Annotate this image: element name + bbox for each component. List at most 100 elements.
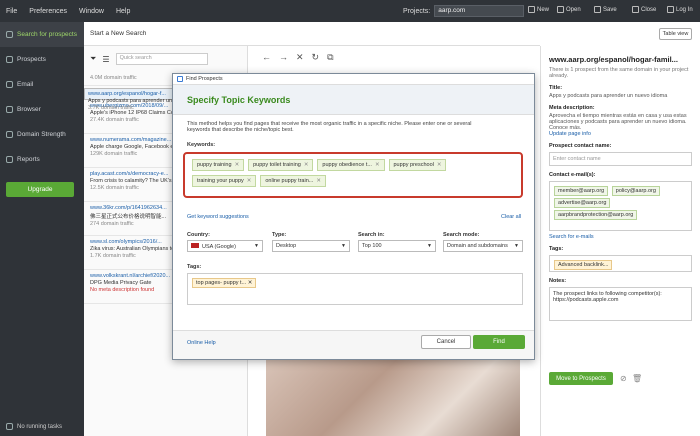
email-tag[interactable]: member@aarp.org: [554, 186, 609, 196]
search-mode-select[interactable]: Domain and subdomains ▼: [443, 240, 523, 252]
country-label: Country:: [187, 232, 210, 238]
ignore-icon[interactable]: ⊘: [620, 374, 627, 383]
contact-name-input[interactable]: Enter contact name: [549, 152, 692, 166]
new-label: New: [537, 6, 550, 13]
keyword-suggestions-link[interactable]: Get keyword suggestions: [187, 214, 249, 220]
sidebar-item-browser[interactable]: Browser: [0, 97, 84, 122]
online-help-link[interactable]: Online Help: [187, 340, 216, 346]
sidebar-item-label: Search for prospects: [17, 31, 77, 38]
menu-window[interactable]: Window: [79, 8, 104, 15]
menu-help[interactable]: Help: [116, 8, 130, 15]
sidebar-item-reports[interactable]: Reports: [0, 147, 84, 172]
emails-heading: Contact e-mail(s):: [549, 172, 596, 178]
tag-chip[interactable]: Advanced backlink...: [554, 260, 613, 270]
menu-file[interactable]: File: [6, 8, 17, 15]
move-to-prospects-button[interactable]: Move to Prospects: [549, 372, 613, 385]
remove-icon[interactable]: ✕: [375, 162, 380, 168]
remove-icon[interactable]: ✕: [247, 178, 252, 184]
quick-search-input[interactable]: Quick search: [115, 53, 208, 65]
search-in-label: Search in:: [358, 232, 385, 238]
app-icon: [177, 76, 183, 82]
keyword-chip[interactable]: puppy toilet training ✕: [248, 159, 314, 171]
table-view-button[interactable]: Table view: [659, 28, 692, 40]
running-tasks[interactable]: No running tasks: [6, 423, 62, 430]
sidebar-item-search-prospects[interactable]: Search for prospects: [0, 22, 84, 47]
emails-field[interactable]: member@aarp.org policy@aarp.org advertis…: [549, 181, 692, 231]
notes-heading: Notes:: [549, 278, 567, 284]
find-prospects-dialog: Find Prospects Specify Topic Keywords Th…: [172, 73, 535, 360]
user-icon: [667, 6, 674, 13]
project-selector: Projects: aarp.com: [403, 5, 525, 17]
title-heading: Title:: [549, 85, 563, 91]
keyword-chip[interactable]: puppy preschool ✕: [388, 159, 447, 171]
prospect-note: There is 1 prospect from the same domain…: [549, 67, 689, 79]
domain-strength-icon: [6, 131, 13, 138]
keyword-chip[interactable]: training your puppy ✕: [192, 175, 257, 187]
remove-icon[interactable]: ✕: [248, 280, 253, 286]
type-select[interactable]: Desktop ▼: [272, 240, 350, 252]
country-value: USA (Google): [202, 244, 236, 250]
save-button[interactable]: Save: [594, 6, 617, 13]
email-tag[interactable]: policy@aarp.org: [611, 186, 660, 196]
country-select[interactable]: USA (Google) ▼: [187, 240, 263, 252]
forward-icon[interactable]: →: [279, 52, 288, 62]
sidebar-item-domain-strength[interactable]: Domain Strength: [0, 122, 84, 147]
sidebar-item-label: Reports: [17, 156, 40, 163]
login-label: Log In: [676, 6, 693, 13]
remove-icon[interactable]: ✕: [304, 162, 309, 168]
delete-icon[interactable]: 🗑: [632, 374, 642, 383]
keyword-chip-label: puppy toilet training: [253, 162, 301, 168]
cancel-button[interactable]: Cancel: [421, 335, 471, 349]
sidebar-item-prospects[interactable]: Prospects: [0, 47, 84, 72]
tag-chip[interactable]: top pages- puppy t... ✕: [192, 278, 257, 288]
search-emails-link[interactable]: Search for e-mails: [549, 234, 692, 240]
list-options-icon[interactable]: ☰: [102, 55, 109, 64]
keyword-chip[interactable]: puppy training ✕: [192, 159, 245, 171]
keyword-chip[interactable]: puppy obedience t... ✕: [317, 159, 385, 171]
find-button[interactable]: Find: [473, 335, 525, 349]
remove-icon[interactable]: ✕: [235, 162, 240, 168]
open-button[interactable]: Open: [557, 6, 581, 13]
chevron-down-icon: ▼: [341, 243, 346, 249]
external-link-icon[interactable]: ⧉: [327, 52, 333, 63]
dialog-titlebar: Find Prospects: [173, 74, 534, 85]
menu-preferences[interactable]: Preferences: [29, 8, 67, 15]
notes-textarea[interactable]: The prospect links to following competit…: [549, 287, 692, 321]
email-tag[interactable]: aarpbrandprotection@aarp.org: [554, 210, 638, 220]
stop-icon[interactable]: ✕: [296, 52, 304, 63]
keyword-chip[interactable]: online puppy train... ✕: [260, 175, 326, 187]
close-button[interactable]: Close: [632, 6, 656, 13]
email-tag[interactable]: advertise@aarp.org: [554, 198, 611, 208]
tags-input[interactable]: top pages- puppy t... ✕: [187, 273, 523, 305]
prospect-url[interactable]: www.aarp.org/espanol/hogar-famil...: [549, 55, 692, 64]
filter-icon[interactable]: ⏷: [90, 54, 96, 64]
sidebar-item-email[interactable]: Email: [0, 72, 84, 97]
login-button[interactable]: Log In: [667, 6, 693, 13]
search-in-value: Top 100: [362, 243, 382, 249]
new-button[interactable]: New: [528, 6, 549, 13]
meta-value: Aprovecha el tiempo mientras estás en ca…: [549, 113, 687, 131]
back-icon[interactable]: ←: [262, 52, 271, 62]
top-menu-bar: File Preferences Window Help Projects: a…: [0, 0, 700, 22]
update-page-info-link[interactable]: Update page info: [549, 131, 692, 137]
tags-label: Tags:: [187, 264, 202, 270]
meta-heading: Meta description:: [549, 105, 595, 111]
refresh-icon[interactable]: ↻: [312, 52, 320, 63]
keywords-input[interactable]: puppy training ✕ puppy toilet training ✕ p…: [183, 152, 523, 198]
chevron-down-icon: ▼: [514, 243, 519, 249]
tags-heading: Tags:: [549, 246, 564, 252]
search-in-select[interactable]: Top 100 ▼: [358, 240, 436, 252]
upgrade-button[interactable]: Upgrade: [6, 182, 74, 197]
project-select[interactable]: aarp.com: [434, 5, 525, 17]
prospects-icon: [6, 56, 13, 63]
sidebar-item-label: Email: [17, 81, 34, 88]
search-header: Start a New Search: [84, 22, 540, 46]
remove-icon[interactable]: ✕: [437, 162, 442, 168]
remove-icon[interactable]: ✕: [316, 178, 321, 184]
tasks-icon: [6, 423, 13, 430]
us-flag-icon: [191, 243, 199, 248]
clear-all-link[interactable]: Clear all: [501, 214, 521, 220]
tags-field[interactable]: Advanced backlink...: [549, 255, 692, 272]
contact-heading: Prospect contact name:: [549, 143, 612, 149]
open-icon: [557, 6, 564, 13]
